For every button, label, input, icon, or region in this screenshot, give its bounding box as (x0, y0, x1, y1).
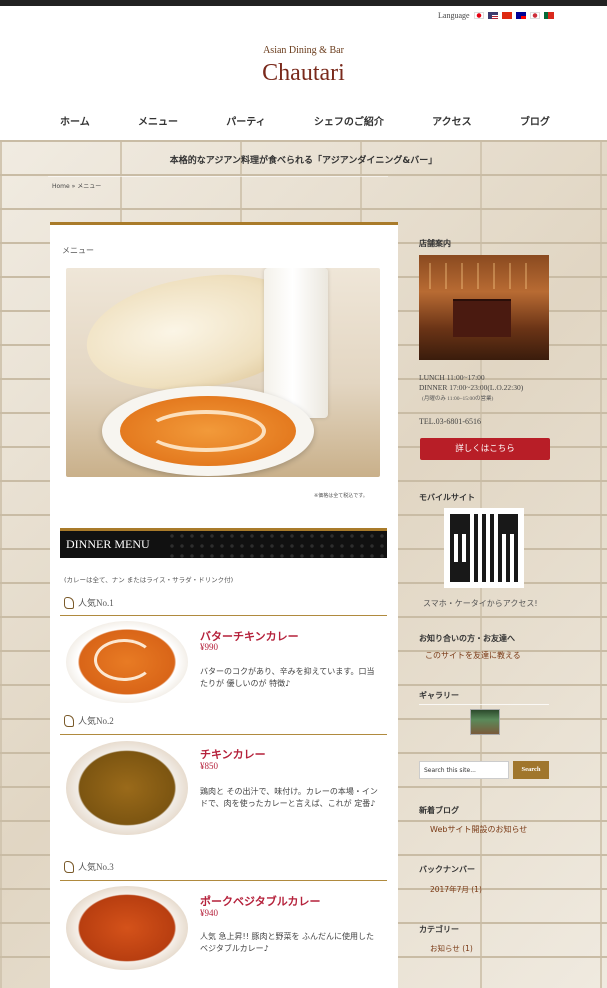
dinner-hours: DINNER 17:00~23:00(L.O.22:30) (419, 383, 524, 392)
lunch-hours: LUNCH 11:00~17:00 (419, 373, 485, 382)
rank-label-3: 人気No.3 (64, 860, 114, 873)
rank-emblem-icon (64, 596, 74, 609)
gallery-heading: ギャラリー (419, 691, 459, 700)
divider (60, 880, 387, 881)
dish-description: 人気 急上昇!! 豚肉と野菜を ふんだんに使用した ベジタブルカレー♪ (200, 932, 375, 953)
cream-swirl-shape (94, 639, 154, 681)
store-heading: 店舗案内 (419, 239, 451, 248)
rank-text: 人気No.1 (78, 598, 114, 608)
dish-price: ¥940 (200, 908, 218, 918)
page-title: メニュー (62, 246, 94, 255)
rank-text: 人気No.2 (78, 716, 114, 726)
divider (60, 615, 387, 616)
blog-post-link[interactable]: Webサイト開設のお知らせ (430, 824, 527, 835)
japan-flag-icon[interactable] (473, 12, 484, 19)
dish-name: チキンカレー (200, 748, 266, 761)
divider (419, 704, 549, 705)
portugal-flag-icon[interactable] (543, 12, 554, 19)
dinner-menu-title: DINNER MENU (66, 537, 150, 551)
chicken-curry-image (66, 741, 188, 835)
dish-description: バターのコクがあり、辛みを抑えています。口当たりが 優しいのが 特徴♪ (200, 667, 375, 688)
hero-curry-image (66, 268, 380, 477)
gallery-thumbnail[interactable] (470, 709, 500, 735)
divider (60, 734, 387, 735)
nav-item-menu[interactable]: メニュー (138, 113, 178, 128)
usa-flag-icon[interactable] (487, 12, 498, 19)
qr-code (444, 508, 524, 588)
butter-chicken-curry-image (66, 621, 188, 703)
mobile-access-text: スマホ・ケータイからアクセス! (423, 599, 538, 608)
blog-heading: 新着ブログ (419, 806, 459, 815)
category-link[interactable]: お知らせ (1) (430, 943, 473, 954)
rank-text: 人気No.3 (78, 862, 114, 872)
store-interior-image (419, 255, 549, 360)
rank-emblem-icon (64, 714, 74, 727)
category-heading: カテゴリー (419, 925, 459, 934)
nav-item-blog[interactable]: ブログ (520, 113, 550, 128)
rank-emblem-icon (64, 860, 74, 873)
dish-price: ¥850 (200, 761, 218, 771)
friends-heading: お知り合いの方・お友達へ (419, 634, 515, 643)
pork-vegetable-curry-image (66, 886, 188, 970)
nav-item-home[interactable]: ホーム (60, 113, 90, 128)
phone-number: TEL.03-6801-6516 (419, 417, 481, 426)
rank-label-1: 人気No.1 (64, 596, 114, 609)
breadcrumb[interactable]: Home » メニュー (52, 181, 101, 190)
language-label: Language (438, 11, 470, 20)
korea-flag-icon[interactable] (529, 12, 540, 19)
taiwan-flag-icon[interactable] (515, 12, 526, 19)
tell-a-friend-link[interactable]: このサイトを友達に教える (425, 650, 521, 661)
mobile-heading: モバイルサイト (419, 493, 475, 502)
site-title[interactable]: Chautari (0, 60, 607, 87)
search-input[interactable]: Search this site... (419, 761, 509, 779)
archive-heading: バックナンバー (419, 865, 475, 874)
catchcopy: 本格的なアジアン料理が食べられる「アジアンダイニング&バー」 (169, 156, 438, 166)
site-tagline: Asian Dining & Bar (263, 45, 344, 56)
divider (48, 176, 388, 177)
archive-link[interactable]: 2017年7月 (1) (430, 884, 482, 895)
price-note: ※価格は全て税込です。 (314, 493, 368, 499)
china-flag-icon[interactable] (501, 12, 512, 19)
search-button[interactable]: Search (513, 761, 549, 779)
nav-item-access[interactable]: アクセス (432, 113, 472, 128)
rank-label-2: 人気No.2 (64, 714, 114, 727)
dinner-menu-note: (カレーは全て、ナン またはライス・サラダ・ドリンク付) (64, 576, 234, 584)
details-button[interactable]: 詳しくはこちら (420, 438, 550, 460)
nav-item-chef[interactable]: シェフのご紹介 (314, 113, 384, 128)
language-switcher: Language (438, 11, 554, 20)
qr-code-icon (450, 514, 518, 582)
dish-description: 鶏肉と その出汁で、味付け。カレーの本場・インドで、肉を使ったカレーと言えば、こ… (200, 787, 378, 808)
global-nav: ホーム メニュー パーティ シェフのご紹介 アクセス ブログ (60, 113, 550, 128)
dinner-menu-banner: DINNER MENU (60, 528, 387, 558)
holiday-hours: (月曜のみ 11:00~15:00の営業) (422, 396, 494, 402)
dish-price: ¥990 (200, 642, 218, 652)
cream-swirl-shape (146, 410, 266, 452)
dish-name: ポークベジタブルカレー (200, 895, 321, 908)
nav-item-party[interactable]: パーティ (226, 113, 265, 128)
